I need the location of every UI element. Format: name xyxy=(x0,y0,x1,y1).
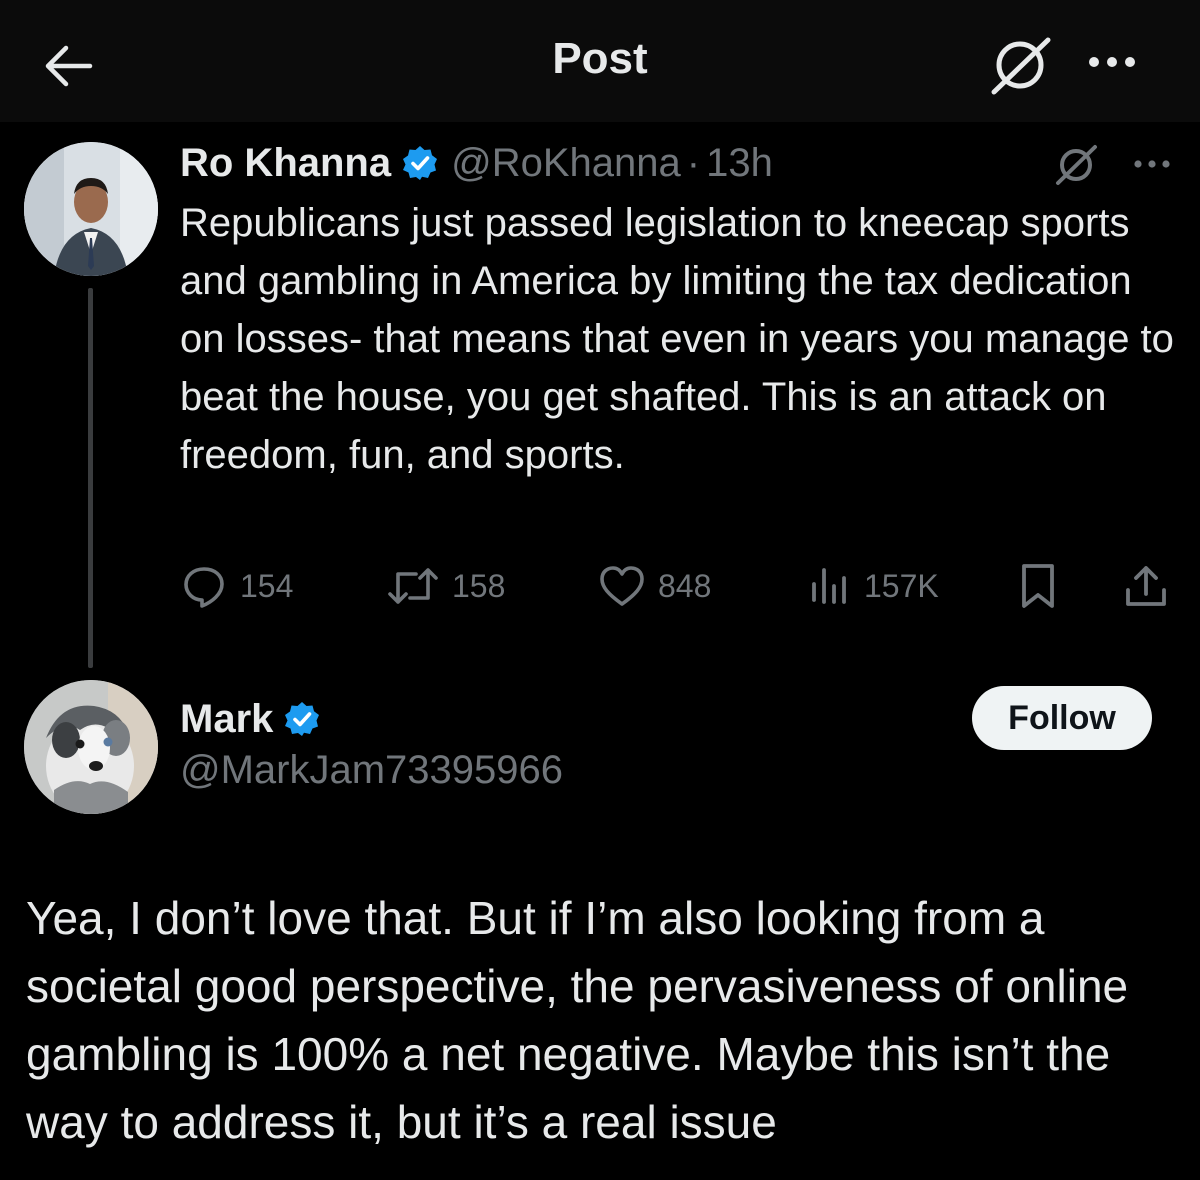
reply-button[interactable]: 154 xyxy=(180,560,293,612)
post-grok-button[interactable] xyxy=(1054,142,1100,186)
views-button[interactable]: 157K xyxy=(808,560,939,612)
avatar-ro-khanna[interactable] xyxy=(24,142,158,276)
view-count: 157K xyxy=(864,567,939,604)
repost-icon xyxy=(388,568,438,604)
grok-icon xyxy=(1056,145,1097,185)
grok-button[interactable] xyxy=(988,32,1056,96)
bookmark-icon xyxy=(1022,564,1054,608)
like-count: 848 xyxy=(658,567,712,604)
share-button[interactable] xyxy=(1122,560,1170,612)
repost-button[interactable]: 158 xyxy=(386,560,505,612)
reply-author-name[interactable]: Mark xyxy=(180,697,273,742)
bookmark-button[interactable] xyxy=(1016,560,1060,612)
profile-photo xyxy=(24,680,158,814)
share-icon xyxy=(1126,566,1166,606)
verified-badge-icon xyxy=(285,702,320,736)
repost-count: 158 xyxy=(452,567,506,604)
post-action-bar: 154 158 848 157K xyxy=(0,560,1200,612)
verified-badge-icon xyxy=(403,146,438,180)
author-handle[interactable]: @RoKhanna xyxy=(451,141,681,186)
top-bar: Post xyxy=(0,0,1200,122)
views-chart-icon xyxy=(812,568,846,604)
post-text: Republicans just passed legislation to k… xyxy=(180,201,1174,477)
more-horizontal-icon xyxy=(1134,160,1170,168)
post-header: Ro Khanna @RoKhanna · 13h xyxy=(180,138,773,188)
heart-icon xyxy=(600,566,644,606)
reply-count: 154 xyxy=(240,567,294,604)
grok-icon xyxy=(991,37,1051,95)
reply-header: Mark xyxy=(180,692,321,746)
post-more-button[interactable] xyxy=(1130,154,1174,174)
reply-author-handle[interactable]: @MarkJam73395966 xyxy=(180,748,563,793)
follow-button[interactable]: Follow xyxy=(972,686,1152,750)
more-options-button[interactable] xyxy=(1082,46,1142,78)
reply-text: Yea, I don’t love that. But if I’m also … xyxy=(26,892,1129,1148)
separator-dot: · xyxy=(686,140,701,185)
more-horizontal-icon xyxy=(1089,57,1135,67)
post-timestamp[interactable]: 13h xyxy=(706,141,773,186)
like-button[interactable]: 848 xyxy=(598,560,711,612)
profile-photo xyxy=(24,142,158,276)
author-name[interactable]: Ro Khanna xyxy=(180,141,391,186)
avatar-mark[interactable] xyxy=(24,680,158,814)
reply-icon xyxy=(184,567,224,608)
